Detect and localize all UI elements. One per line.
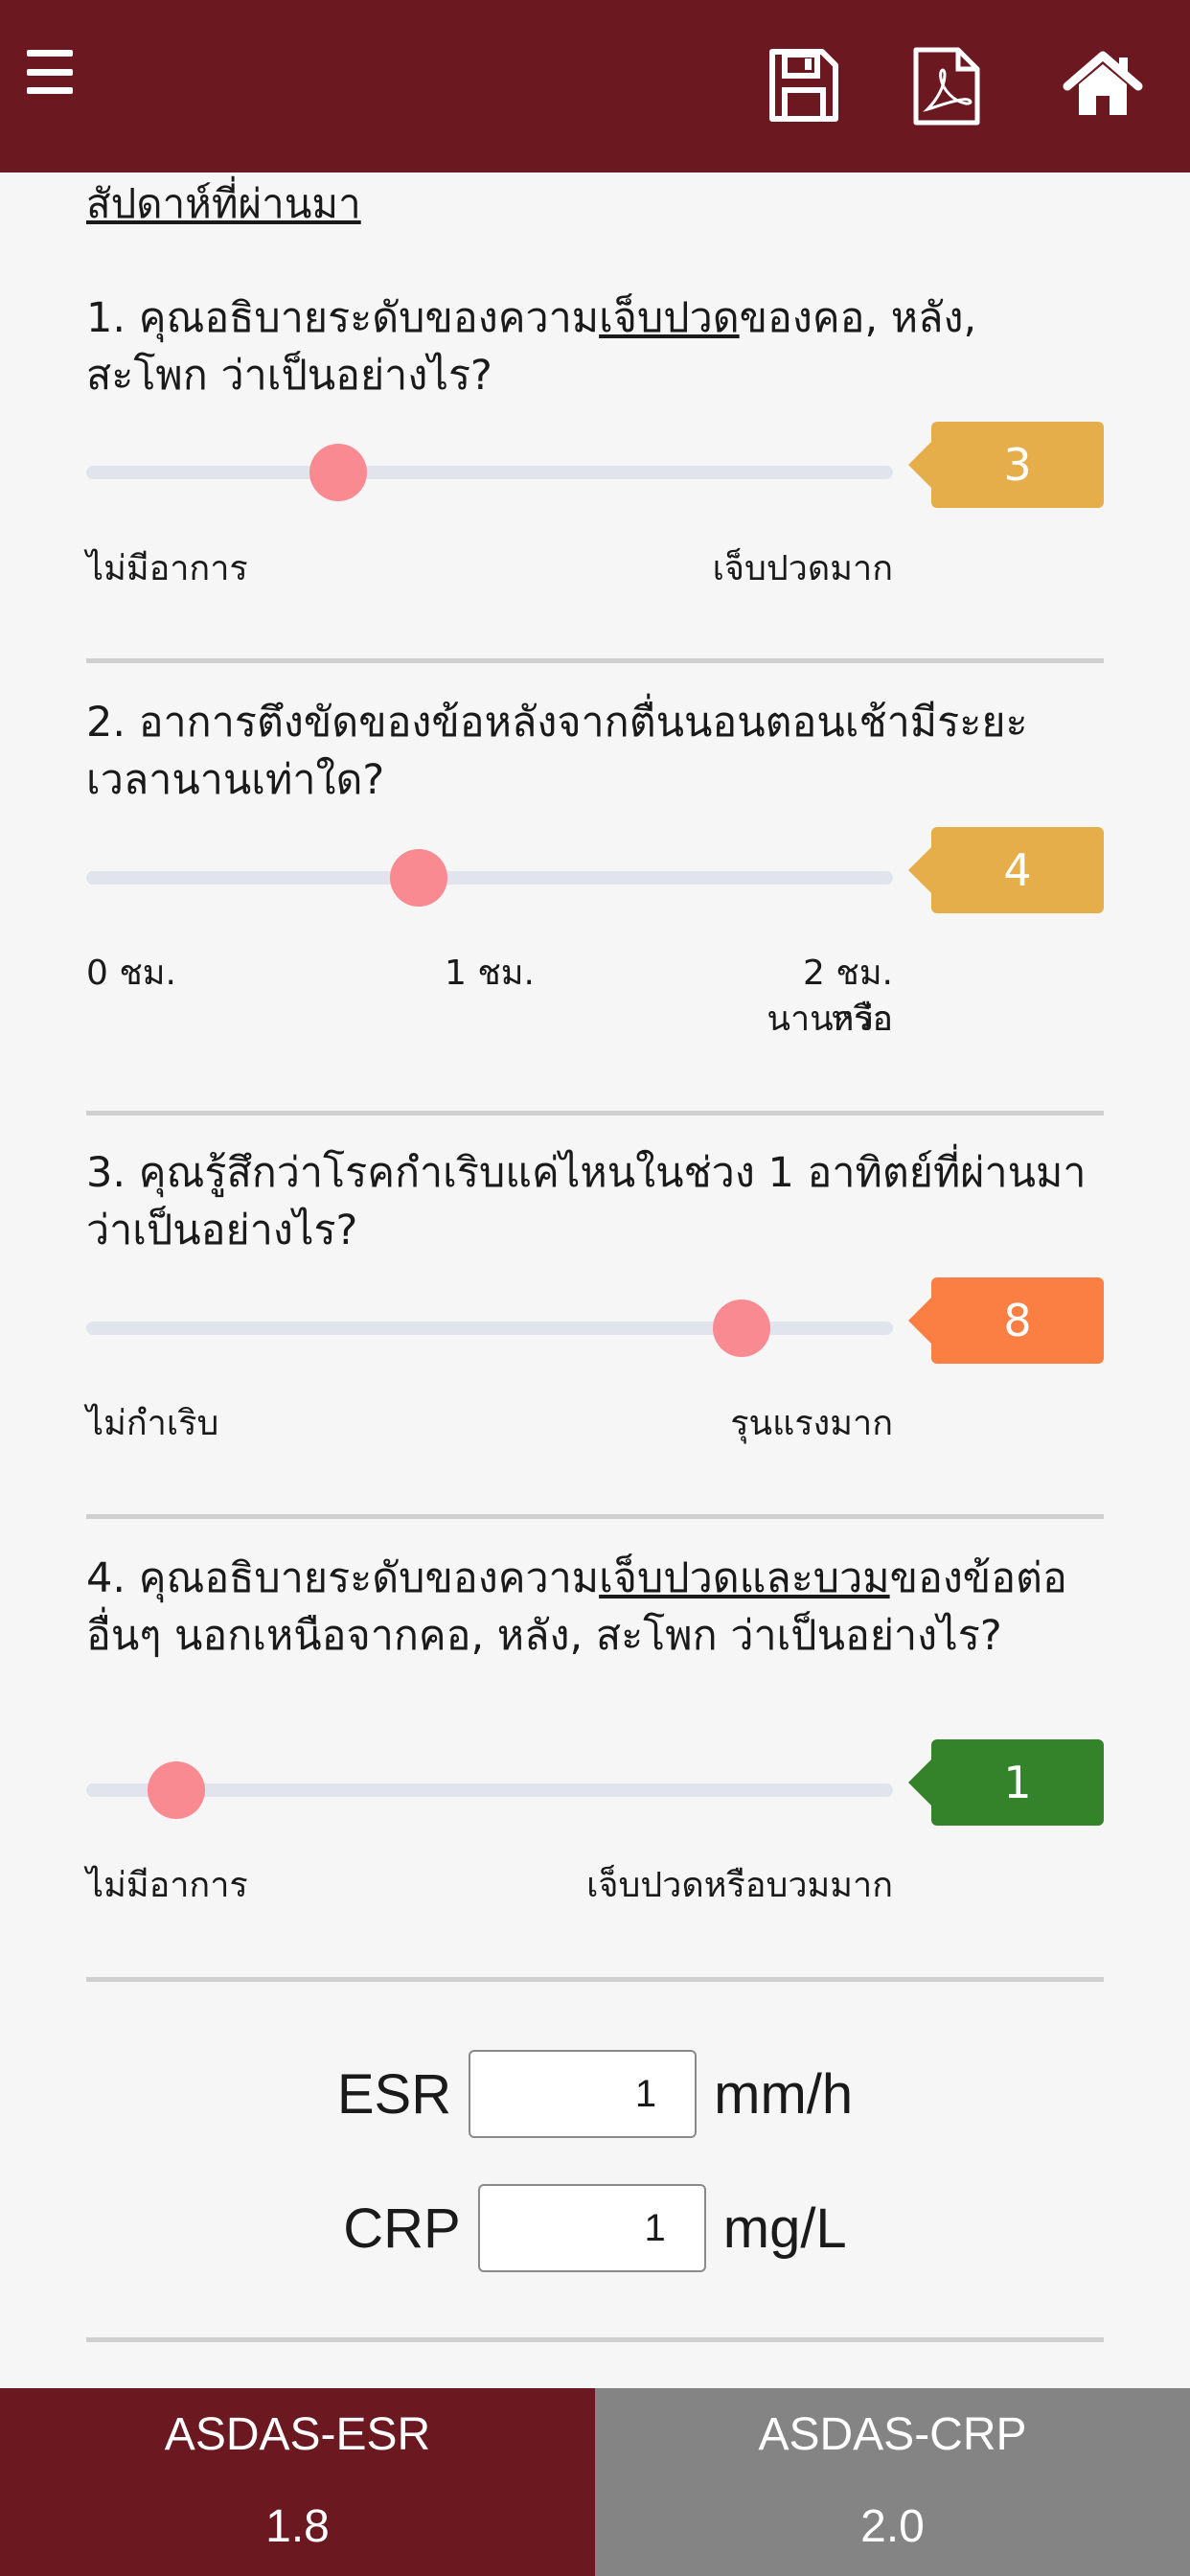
asdas-crp-value: 2.0 — [860, 2501, 925, 2552]
divider — [86, 1977, 1104, 1982]
divider — [86, 1514, 1104, 1519]
slider-track[interactable] — [86, 1761, 893, 1819]
score-badge: 8 — [908, 1277, 1104, 1364]
asdas-crp-label: ASDAS-CRP — [758, 2409, 1027, 2460]
pdf-file-icon[interactable] — [903, 42, 989, 128]
question-2: 2. อาการตึงขัดของข้อหลังจากตื่นนอนตอนเช้… — [86, 694, 1104, 809]
hamburger-icon[interactable] — [21, 40, 79, 104]
esr-input[interactable] — [469, 2050, 698, 2138]
esr-unit: mm/h — [714, 2062, 854, 2126]
asdas-esr-tab[interactable]: ASDAS-ESR 1.8 — [0, 2388, 595, 2576]
slider-thumb[interactable] — [712, 1300, 770, 1357]
crp-label: CRP — [343, 2196, 461, 2260]
scale-label-1h: 1 ชม. — [445, 954, 535, 993]
question-number: 1. — [86, 294, 126, 342]
question-3: 3. คุณรู้สึกว่าโรคกำเริบแค่ไหนในช่วง 1 อ… — [86, 1144, 1104, 1259]
question-emphasis: เจ็บปวดและบวม — [599, 1554, 890, 1602]
divider — [86, 2337, 1104, 2342]
slider-thumb[interactable] — [309, 444, 367, 501]
slider-thumb[interactable] — [148, 1761, 206, 1819]
scale-max-label: รุนแรงมาก — [730, 1404, 893, 1443]
scale-min-label: ไม่กำเริบ — [86, 1404, 219, 1443]
score-badge: 4 — [908, 827, 1104, 913]
crp-row: CRP mg/L — [86, 2184, 1104, 2272]
crp-input[interactable] — [477, 2184, 706, 2272]
slider-track[interactable] — [86, 1300, 893, 1357]
score-badge: 1 — [908, 1739, 1104, 1826]
score-footer: ASDAS-ESR 1.8 ASDAS-CRP 2.0 — [0, 2388, 1190, 2576]
question-text: คุณอธิบายระดับของความ — [138, 1554, 600, 1602]
top-app-bar — [0, 0, 1190, 172]
question-text: คุณอธิบายระดับของความ — [138, 294, 600, 342]
question-text: คุณรู้สึกว่าโรคกำเริบแค่ไหนในช่วง 1 อาทิ… — [86, 1149, 1087, 1254]
question-1: 1. คุณอธิบายระดับของความเจ็บปวดของคอ, หล… — [86, 289, 1104, 404]
home-icon[interactable] — [1060, 42, 1146, 128]
question-number: 3. — [86, 1149, 126, 1197]
slider-thumb[interactable] — [389, 849, 447, 907]
asdas-crp-tab[interactable]: ASDAS-CRP 2.0 — [595, 2388, 1190, 2576]
crp-unit: mg/L — [722, 2196, 847, 2260]
slider-track[interactable] — [86, 849, 893, 907]
asdas-esr-value: 1.8 — [265, 2501, 330, 2552]
question-number: 2. — [86, 699, 126, 747]
scale-max-label: เจ็บปวดมาก — [712, 549, 893, 588]
question-text: อาการตึงขัดของข้อหลังจากตื่นนอนตอนเช้ามี… — [86, 699, 1028, 804]
divider — [86, 1111, 1104, 1116]
scale-min-label: ไม่มีอาการ — [86, 549, 248, 588]
scale-min-label: ไม่มีอาการ — [86, 1866, 248, 1905]
divider — [86, 658, 1104, 663]
scale-label-0h: 0 ชม. — [86, 954, 176, 993]
esr-row: ESR mm/h — [86, 2050, 1104, 2138]
asdas-esr-label: ASDAS-ESR — [164, 2409, 431, 2460]
slider-track[interactable] — [86, 444, 893, 501]
score-badge: 3 — [908, 422, 1104, 508]
floppy-disk-icon[interactable] — [759, 42, 845, 128]
esr-label: ESR — [336, 2062, 452, 2126]
scale-label-2h-cont: นานกว่า — [767, 1000, 893, 1039]
period-subtitle: สัปดาห์ที่ผ่านมา — [86, 180, 361, 227]
question-4: 4. คุณอธิบายระดับของความเจ็บปวดและบวมของ… — [86, 1550, 1104, 1665]
question-emphasis: เจ็บปวด — [599, 294, 740, 342]
question-number: 4. — [86, 1554, 126, 1602]
scale-max-label: เจ็บปวดหรือบวมมาก — [586, 1866, 893, 1905]
